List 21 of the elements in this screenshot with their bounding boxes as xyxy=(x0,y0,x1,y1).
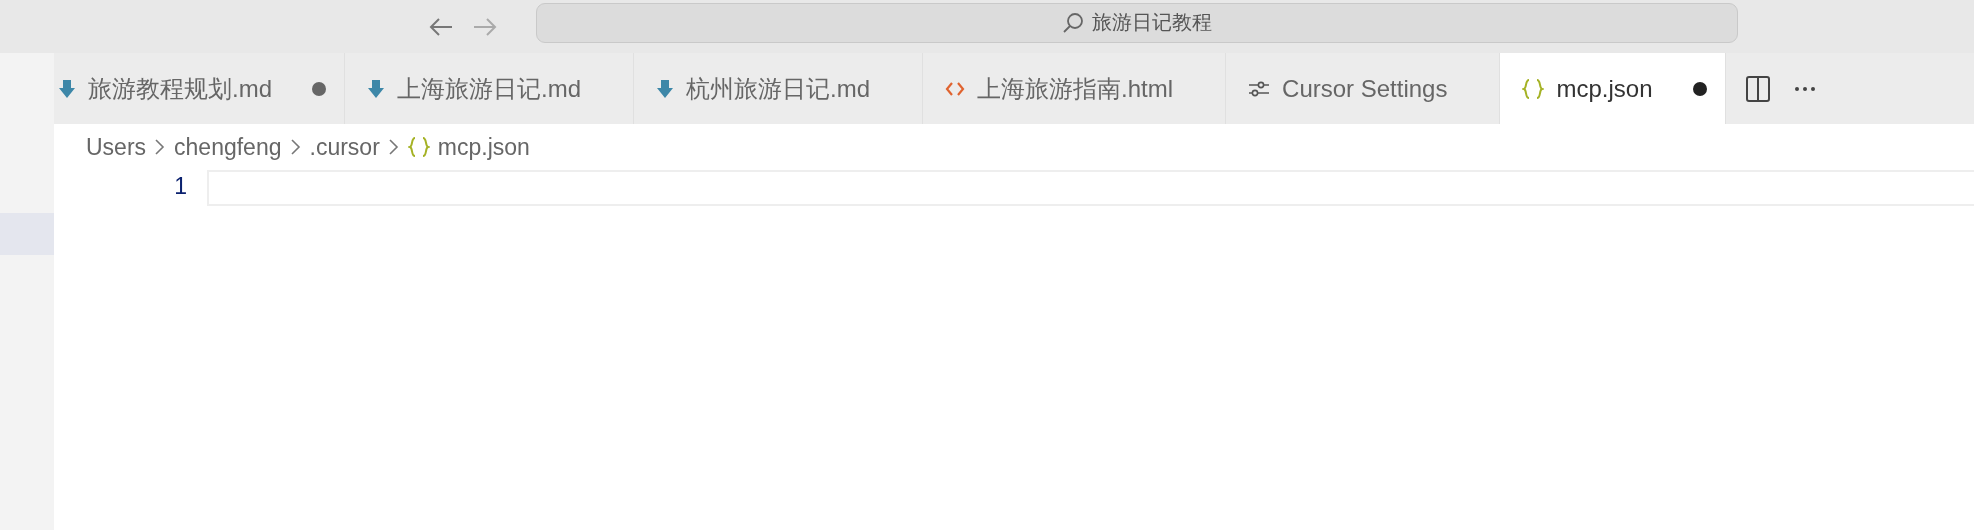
more-icon[interactable] xyxy=(1793,85,1816,92)
chevron-icon xyxy=(387,138,400,156)
breadcrumb-item[interactable]: chengfeng xyxy=(174,133,282,161)
chevron-icon xyxy=(289,138,302,156)
sliders-icon xyxy=(1248,79,1271,98)
command-center[interactable]: 旅游日记教程 xyxy=(536,2,1738,43)
split-editor-icon[interactable] xyxy=(1745,75,1770,102)
back-arrow-icon[interactable] xyxy=(428,15,454,38)
braces-icon xyxy=(407,137,430,157)
breadcrumb-item[interactable]: mcp.json xyxy=(437,133,530,161)
breadcrumb-item[interactable]: .cursor xyxy=(309,133,380,161)
chevron-icon xyxy=(154,138,167,156)
line-number: 1 xyxy=(173,172,187,201)
breadcrumb-item[interactable]: Users xyxy=(86,133,147,161)
download-arrow-icon xyxy=(367,78,385,99)
editor-tab[interactable]: mcp.json xyxy=(1500,53,1726,124)
braces-icon xyxy=(1522,78,1545,99)
activity-bar-highlight xyxy=(0,213,54,255)
download-arrow-icon xyxy=(58,78,76,99)
search-icon xyxy=(1062,11,1084,34)
download-arrow-icon xyxy=(656,78,675,99)
